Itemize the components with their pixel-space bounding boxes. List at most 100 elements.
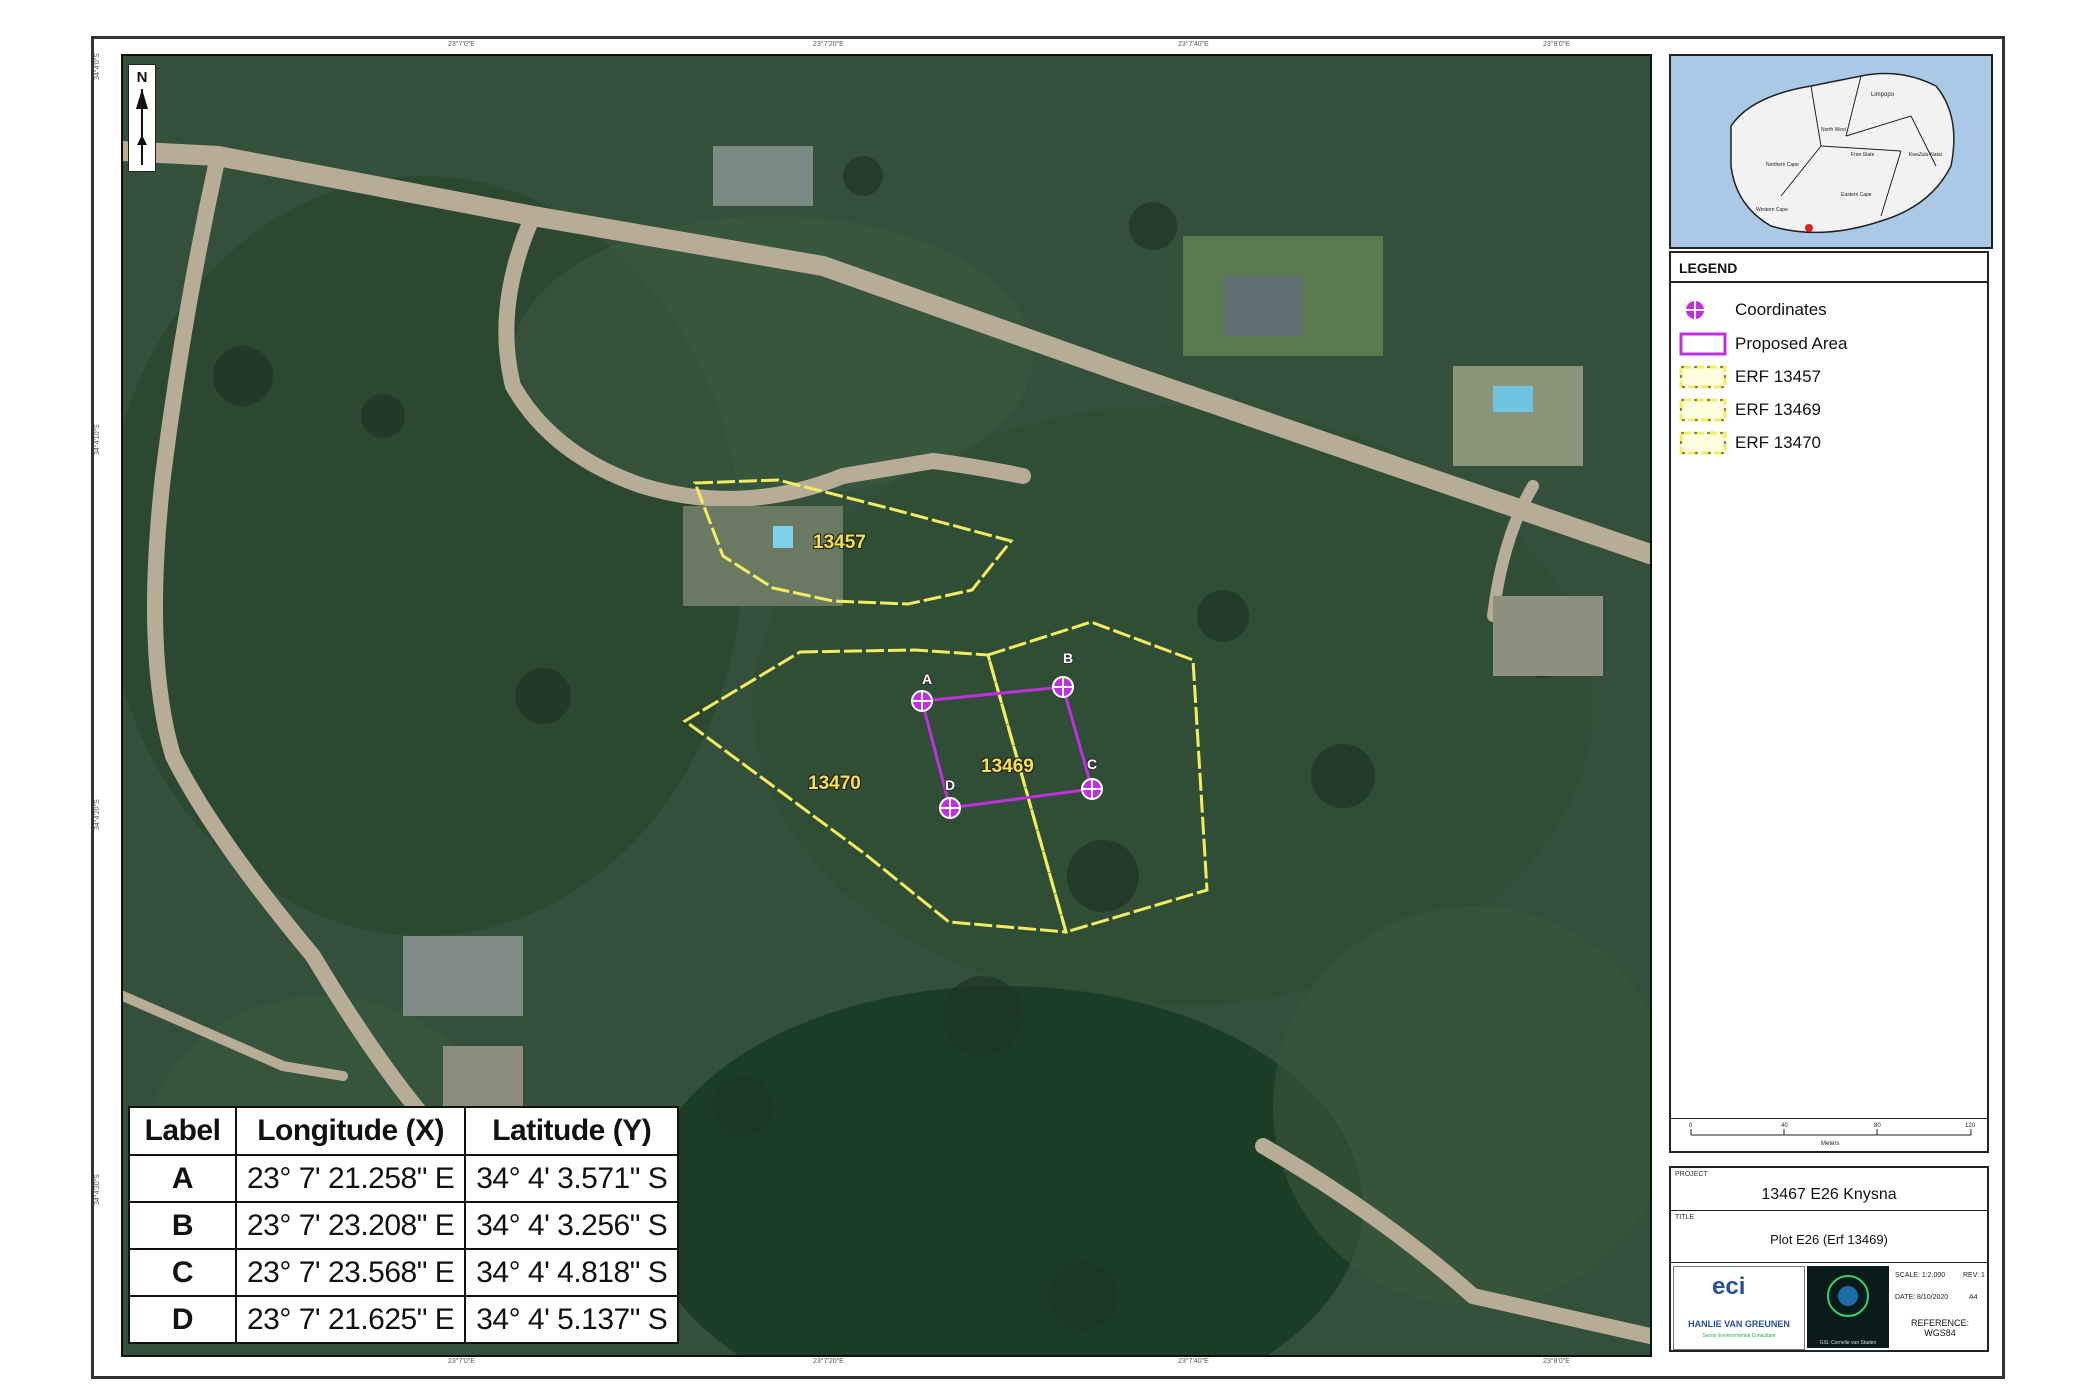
row-label: C: [128, 1248, 237, 1297]
scale-text: SCALE: 1:2,000: [1895, 1272, 1946, 1279]
row-longitude: 23° 7' 23.208" E: [234, 1201, 467, 1250]
inset-region-free-state: Free State: [1851, 152, 1875, 158]
partner-caption: GIS: Cornelle van Staden: [1819, 1340, 1877, 1346]
point-label-a: A: [922, 671, 933, 687]
header-longitude: Longitude (X): [234, 1106, 467, 1156]
coordinate-marker-icon: [1679, 298, 1727, 322]
logo-divider: [1671, 1262, 1987, 1263]
inset-region-eastern-cape: Eastern Cape: [1841, 192, 1872, 198]
top-tick-1: 23°7'0"E: [448, 41, 475, 48]
table-row: A 23° 7' 21.258" E 34° 4' 3.571" S: [128, 1154, 680, 1203]
row-longitude: 23° 7' 21.258" E: [234, 1154, 467, 1203]
north-arrow-icon: [136, 89, 148, 165]
top-tick-4: 23°8'0"E: [1543, 41, 1570, 48]
reference-caption: REFERENCE:: [1910, 1318, 1969, 1328]
inset-region-north-west: North West: [1821, 127, 1847, 133]
point-label-d: D: [945, 777, 956, 793]
eci-brand: eci: [1712, 1273, 1746, 1300]
date-text: DATE: 8/10/2020: [1895, 1294, 1949, 1301]
partner-emblem-icon: [1827, 1275, 1869, 1317]
legend-panel: LEGEND Coordinates Proposed Area ERF 134…: [1669, 251, 1989, 1153]
point-b-marker: [1052, 676, 1074, 698]
title-block: PROJECT 13467 E26 Knysna TITLE Plot E26 …: [1669, 1166, 1989, 1352]
title-caption: TITLE: [1675, 1214, 1695, 1221]
coordinates-table: Label Longitude (X) Latitude (Y) A 23° 7…: [128, 1106, 680, 1344]
project-name: 13467 E26 Knysna: [1761, 1186, 1897, 1203]
table-row: B 23° 7' 23.208" E 34° 4' 3.256" S: [128, 1201, 680, 1250]
plot-title: Plot E26 (Erf 13469): [1770, 1232, 1888, 1247]
left-tick-3: 34°4'20"S: [94, 799, 101, 830]
proposed-area-symbol: [1679, 332, 1727, 356]
bottom-tick-3: 23°7'40"E: [1178, 1358, 1209, 1365]
reference-block: REFERENCE: WGS84: [1893, 1318, 1987, 1338]
project-caption: PROJECT: [1675, 1171, 1708, 1178]
legend-item-erf-13469: ERF 13469: [1679, 397, 1821, 423]
erf-label-13469: 13469: [981, 756, 1034, 777]
partner-logo: GIS: Cornelle van Staden: [1807, 1266, 1889, 1348]
legend-title: LEGEND: [1671, 253, 1987, 283]
legend-label: Coordinates: [1735, 300, 1827, 319]
inset-region-limpopo: Limpopo: [1871, 92, 1895, 98]
reference-value: WGS84: [1924, 1328, 1956, 1338]
erf-label-13470: 13470: [808, 773, 861, 794]
table-row: C 23° 7' 23.568" E 34° 4' 4.818" S: [128, 1248, 680, 1297]
point-a-marker: [911, 690, 933, 712]
erf-label-13457: 13457: [813, 532, 866, 553]
scale-unit: Meters: [1821, 1141, 1839, 1147]
point-label-b: B: [1063, 650, 1074, 666]
erf-boundary-symbol: [1679, 365, 1727, 389]
legend-item-coordinates: Coordinates: [1679, 297, 1827, 323]
inset-region-northern-cape: Northern Cape: [1766, 162, 1799, 168]
left-tick-2: 34°4'10"S: [94, 424, 101, 455]
scale-bar: 0 40 80 120 Meters: [1671, 1118, 1987, 1151]
row-label: A: [128, 1154, 237, 1203]
legend-label: ERF 13469: [1735, 400, 1821, 419]
table-row: D 23° 7' 21.625" E 34° 4' 5.137" S: [128, 1295, 680, 1344]
top-tick-3: 23°7'40"E: [1178, 41, 1209, 48]
point-c-marker: [1081, 778, 1103, 800]
inset-region-western-cape: Western Cape: [1756, 207, 1788, 213]
table-header-row: Label Longitude (X) Latitude (Y): [128, 1106, 680, 1156]
row-latitude: 34° 4' 3.256" S: [464, 1201, 680, 1250]
south-africa-map-icon: Limpopo North West Free State Northern C…: [1671, 56, 1991, 247]
scale-tick-120: 120: [1965, 1123, 1976, 1129]
site-location-marker: [1805, 224, 1813, 232]
point-label-c: C: [1087, 756, 1098, 772]
company-name: HANLIE VAN GREUNEN: [1688, 1319, 1790, 1329]
row-label: D: [128, 1295, 237, 1344]
scale-tick-0: 0: [1689, 1123, 1693, 1129]
left-tick-4: 34°4'30"S: [94, 1174, 101, 1205]
bottom-tick-1: 23°7'0"E: [448, 1358, 475, 1365]
locator-inset-map: Limpopo North West Free State Northern C…: [1669, 54, 1993, 249]
erf-boundary-symbol: [1679, 431, 1727, 455]
company-subtitle: Senior Environmental Consultant: [1702, 1333, 1776, 1339]
legend-label: ERF 13457: [1735, 367, 1821, 386]
scale-tick-80: 80: [1874, 1123, 1881, 1129]
point-d-marker: [939, 797, 961, 819]
scale-tick-40: 40: [1781, 1123, 1788, 1129]
legend-item-erf-13457: ERF 13457: [1679, 364, 1821, 390]
header-latitude: Latitude (Y): [464, 1106, 680, 1156]
legend-label: ERF 13470: [1735, 433, 1821, 452]
erf-boundary-symbol: [1679, 398, 1727, 422]
row-longitude: 23° 7' 21.625" E: [234, 1295, 467, 1344]
header-label: Label: [128, 1106, 237, 1156]
row-latitude: 34° 4' 4.818" S: [464, 1248, 680, 1297]
size-text: A4: [1969, 1294, 1978, 1301]
bottom-tick-2: 23°7'20"E: [813, 1358, 844, 1365]
left-tick-1: 34°4'0"S: [94, 53, 101, 80]
row-label: B: [128, 1201, 237, 1250]
rev-text: REV: 1: [1963, 1272, 1985, 1279]
eci-logo: eci HANLIE VAN GREUNEN Senior Environmen…: [1673, 1266, 1805, 1350]
row-latitude: 34° 4' 5.137" S: [464, 1295, 680, 1344]
legend-label: Proposed Area: [1735, 334, 1848, 353]
title-divider: [1671, 1210, 1987, 1211]
inset-region-kwazulu-natal: KwaZulu-Natal: [1909, 152, 1942, 158]
top-tick-2: 23°7'20"E: [813, 41, 844, 48]
north-arrow: N: [128, 64, 156, 172]
legend-item-proposed-area: Proposed Area: [1679, 331, 1847, 357]
bottom-tick-4: 23°8'0"E: [1543, 1358, 1570, 1365]
row-longitude: 23° 7' 23.568" E: [234, 1248, 467, 1297]
legend-item-erf-13470: ERF 13470: [1679, 430, 1821, 456]
row-latitude: 34° 4' 3.571" S: [464, 1154, 680, 1203]
